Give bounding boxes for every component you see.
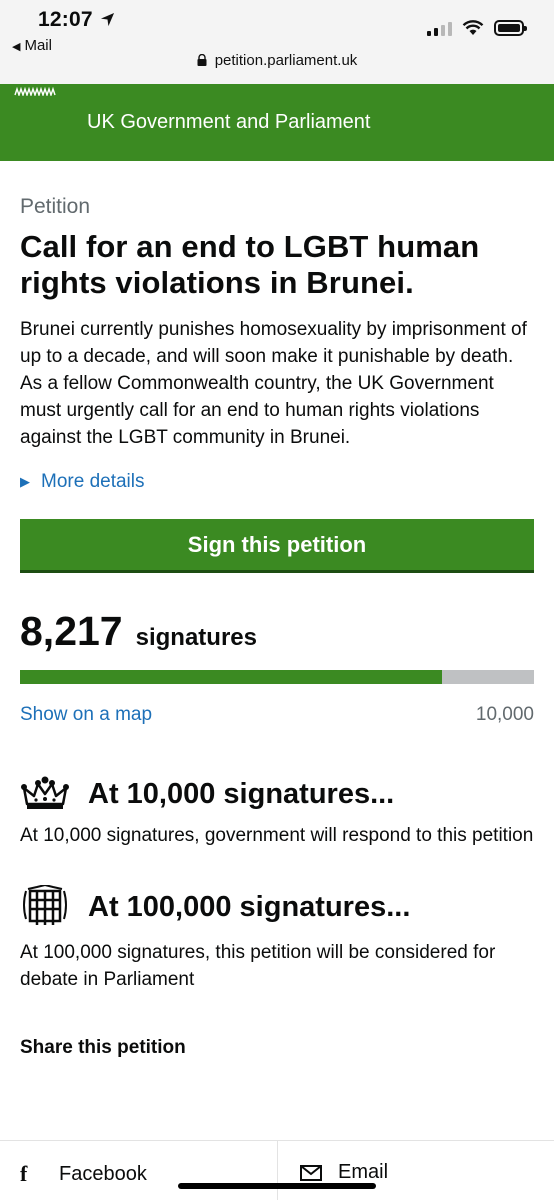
disclosure-triangle-icon: ▶ [20,474,30,489]
url-text: petition.parliament.uk [214,52,358,69]
milestone-text: At 100,000 signatures, this petition wil… [20,942,496,990]
facebook-label: Facebook [59,1162,147,1185]
email-icon [300,1164,322,1181]
portcullis-icon [23,885,67,925]
page-caption: Petition [20,195,91,218]
share-email-button[interactable]: Email [300,1161,388,1184]
show-on-map-link[interactable]: Show on a map [20,704,152,726]
crest-icon [14,86,56,96]
status-bar: 12:07 ◀ Mail petition.parliament.uk [0,0,554,84]
signature-count-number: 8,217 [20,608,123,654]
home-indicator[interactable] [178,1183,376,1189]
signature-progress-bar [20,670,534,684]
site-header: UK Government and Parliament [0,84,554,161]
lock-icon [197,54,207,66]
status-icons [427,20,527,36]
battery-icon [494,20,527,36]
crown-icon [21,776,69,809]
signature-count: 8,217 signatures [20,608,534,655]
milestone-10000: At 10,000 signatures... At 10,000 signat… [20,776,534,849]
facebook-icon: f [20,1161,28,1186]
sign-petition-button[interactable]: Sign this petition [20,519,534,570]
milestone-text: At 10,000 signatures, government will re… [20,825,534,846]
milestone-heading: At 100,000 signatures... [88,890,411,923]
signature-target: 10,000 [475,704,534,725]
more-details-label: More details [41,471,145,492]
wifi-icon [462,20,484,35]
signature-progress-fill [20,670,443,684]
address-bar[interactable]: petition.parliament.uk [0,52,554,69]
share-divider [277,1141,278,1200]
share-bar: f Facebook Email [0,1140,554,1200]
cellular-signal-icon [427,20,452,36]
clock: 12:07 [38,8,93,31]
map-row: Show on a map 10,000 [20,704,534,726]
petition-title: Call for an end to LGBT human rights vio… [20,229,480,300]
site-title[interactable]: UK Government and Parliament [87,111,370,134]
more-details-toggle[interactable]: ▶ More details [20,471,534,493]
petition-content: Petition Call for an end to LGBT human r… [20,195,534,1059]
milestone-100000: At 100,000 signatures... At 100,000 sign… [20,885,534,993]
share-facebook-button[interactable]: f Facebook [20,1161,147,1187]
email-label: Email [338,1161,389,1183]
petition-description: Brunei currently punishes homosexuality … [20,319,527,448]
milestone-heading: At 10,000 signatures... [88,777,395,810]
location-arrow-icon [100,12,115,27]
signature-count-label: signatures [135,624,257,651]
share-heading: Share this petition [20,1037,186,1058]
